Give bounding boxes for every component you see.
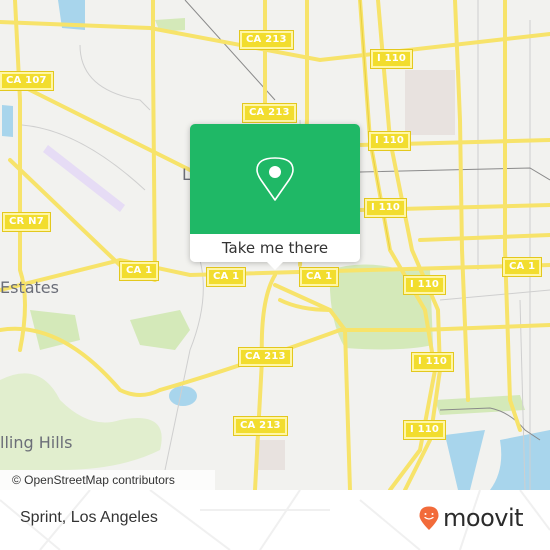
road	[8, 78, 192, 172]
footer-bar: Sprint, Los Angeles moovit	[0, 490, 550, 550]
popup-pointer	[267, 262, 283, 270]
road	[151, 0, 157, 282]
road-shield: CA 1	[205, 267, 247, 287]
road-shield: CA 1	[298, 267, 340, 287]
road-shield: I 110	[369, 49, 414, 69]
water-body	[445, 430, 485, 490]
road-shield: CA 213	[239, 30, 294, 50]
road-shield: CA 213	[238, 347, 293, 367]
map-attribution[interactable]: © OpenStreetMap contributors	[0, 470, 215, 490]
water-body	[2, 105, 13, 137]
road-shield: CA 213	[242, 103, 297, 123]
road-shield: I 110	[410, 352, 455, 372]
built-area	[405, 70, 455, 135]
water-body	[490, 430, 550, 490]
location-title: Sprint, Los Angeles	[20, 509, 158, 526]
road-shield: CR N7	[2, 212, 51, 232]
moovit-pin-icon	[419, 506, 439, 530]
railway-line	[359, 167, 550, 181]
park-area	[0, 373, 162, 470]
road	[503, 0, 522, 432]
road-shield: I 110	[402, 420, 447, 440]
location-popup[interactable]: Take me there	[190, 124, 360, 270]
road-shield: CA 1	[118, 261, 160, 281]
map-view[interactable]: CA 213 CA 107 I 110 CA 213 I 110 CR N7 I…	[0, 0, 550, 490]
road-shield: I 110	[367, 131, 412, 151]
moovit-logo[interactable]: moovit	[418, 504, 524, 532]
popup-header	[190, 124, 360, 234]
road	[453, 0, 470, 402]
park-area	[130, 310, 190, 350]
road-shield: CA 107	[0, 71, 54, 91]
moovit-wordmark: moovit	[443, 504, 524, 532]
place-label-estates: Estates	[0, 278, 59, 297]
road-shield: CA 1	[501, 257, 543, 277]
built-area	[255, 440, 285, 470]
take-me-there-button[interactable]: Take me there	[190, 234, 360, 270]
road-shield: I 110	[402, 275, 447, 295]
map-pin-icon	[256, 157, 294, 201]
road-shield: I 110	[363, 198, 408, 218]
place-label-rolling-hills: lling Hills	[0, 433, 73, 452]
take-me-there-label: Take me there	[221, 239, 329, 257]
water-body	[169, 386, 197, 406]
road-shield: CA 213	[233, 416, 288, 436]
